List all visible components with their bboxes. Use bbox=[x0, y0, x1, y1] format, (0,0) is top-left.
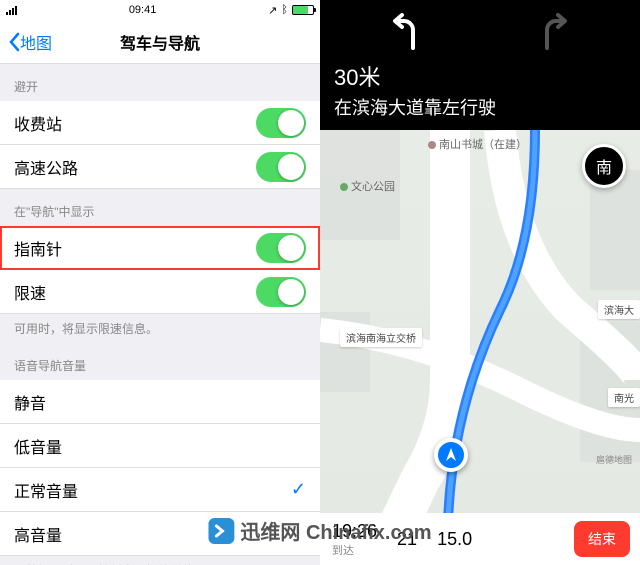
location-icon: ↗ bbox=[268, 4, 277, 17]
highway-row[interactable]: 高速公路 bbox=[0, 145, 320, 189]
road-label-1: 滨海南海立交桥 bbox=[340, 328, 422, 347]
distance: 30米 bbox=[334, 60, 626, 92]
watermark-icon bbox=[208, 518, 234, 544]
toll-label: 收费站 bbox=[14, 111, 62, 135]
instruction: 在滨海大道靠左行驶 bbox=[334, 94, 626, 120]
speed-label: 限速 bbox=[14, 280, 46, 304]
user-location bbox=[434, 438, 468, 472]
map-view[interactable]: 南山书城（在建） 文心公园 南 滨海南海立交桥 滨海大 南光 扈德地图 bbox=[320, 130, 640, 522]
volume-header: 语音导航音量 bbox=[0, 343, 320, 380]
signal-icon bbox=[6, 6, 17, 15]
normal-row[interactable]: 正常音量 ✓ bbox=[0, 468, 320, 512]
low-row[interactable]: 低音量 bbox=[0, 424, 320, 468]
show-header: 在"导航"中显示 bbox=[0, 189, 320, 226]
map-credit: 扈德地图 bbox=[596, 453, 632, 466]
speed-toggle[interactable] bbox=[256, 277, 306, 307]
compass-button[interactable]: 南 bbox=[582, 144, 626, 188]
turn-left-active-icon bbox=[385, 12, 429, 52]
compass-toggle[interactable] bbox=[256, 233, 306, 263]
turn-right-inactive-icon bbox=[531, 12, 575, 52]
arrow-icon bbox=[443, 447, 459, 463]
normal-label: 正常音量 bbox=[14, 478, 78, 502]
high-label: 高音量 bbox=[14, 522, 62, 546]
poi-bookstore: 南山书城（在建） bbox=[428, 136, 527, 152]
highway-label: 高速公路 bbox=[14, 155, 78, 179]
eta-dist: 15.0 bbox=[437, 529, 472, 550]
end-button[interactable]: 结束 bbox=[574, 521, 630, 557]
back-label: 地图 bbox=[20, 30, 52, 54]
nav-bar: 地图 驾车与导航 bbox=[0, 20, 320, 64]
mute-label: 静音 bbox=[14, 390, 46, 414]
compass-label: 指南针 bbox=[14, 236, 62, 260]
toll-row[interactable]: 收费站 bbox=[0, 101, 320, 145]
nav-banner: 30米 在滨海大道靠左行驶 bbox=[320, 0, 640, 130]
road-label-3: 南光 bbox=[608, 388, 640, 407]
toll-toggle[interactable] bbox=[256, 108, 306, 138]
mute-row[interactable]: 静音 bbox=[0, 380, 320, 424]
compass-row[interactable]: 指南针 bbox=[0, 226, 320, 270]
highway-toggle[interactable] bbox=[256, 152, 306, 182]
speed-row[interactable]: 限速 bbox=[0, 270, 320, 314]
poi-park: 文心公园 bbox=[340, 178, 395, 194]
volume-hint: 导航提示时，用较低音量播放媒体。 bbox=[0, 556, 320, 565]
speed-hint: 可用时，将显示限速信息。 bbox=[0, 314, 320, 343]
chevron-left-icon bbox=[8, 32, 20, 52]
status-bar: 09:41 ↗ ᛒ bbox=[0, 0, 320, 20]
compass-text: 南 bbox=[596, 154, 612, 178]
bluetooth-icon: ᛒ bbox=[281, 4, 288, 16]
back-button[interactable]: 地图 bbox=[8, 30, 52, 54]
avoid-header: 避开 bbox=[0, 64, 320, 101]
check-icon: ✓ bbox=[291, 479, 306, 500]
low-label: 低音量 bbox=[14, 434, 62, 458]
battery-icon bbox=[292, 5, 314, 15]
status-time: 09:41 bbox=[129, 4, 157, 16]
watermark-text: 迅维网 Chinafix.com bbox=[240, 516, 431, 545]
watermark: 迅维网 Chinafix.com bbox=[208, 516, 431, 545]
road-label-2: 滨海大 bbox=[598, 300, 640, 319]
